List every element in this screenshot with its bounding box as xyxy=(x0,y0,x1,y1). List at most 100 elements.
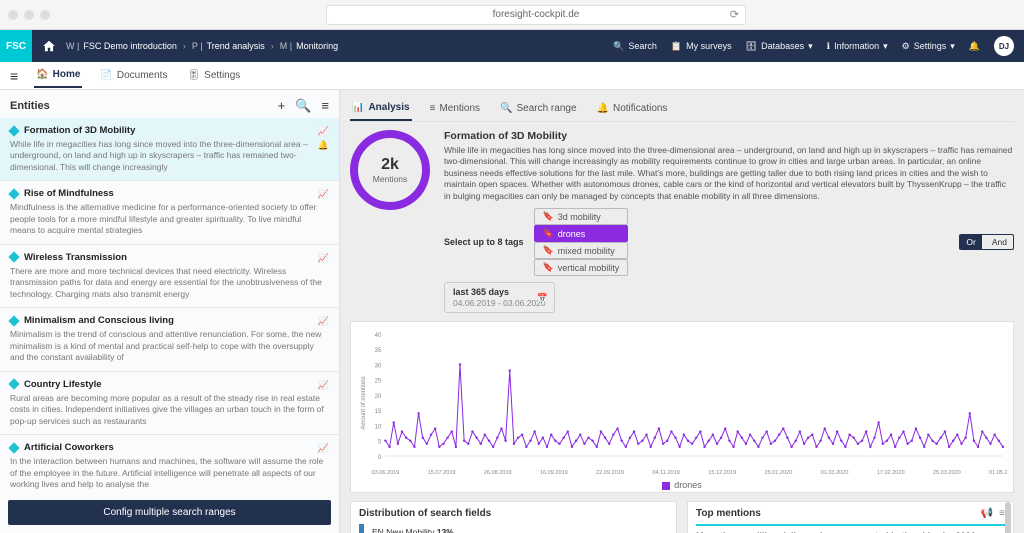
tag-icon: 🔖 xyxy=(543,211,554,222)
add-icon[interactable]: + xyxy=(278,98,286,114)
chevron-down-icon: ▾ xyxy=(808,41,813,52)
svg-text:35: 35 xyxy=(375,349,382,355)
chart-icon[interactable]: 📈 xyxy=(318,316,329,327)
tag-chip[interactable]: 🔖drones xyxy=(534,225,629,242)
mention-item[interactable]: More than a million delivery drones expe… xyxy=(696,524,1005,533)
list-icon: ≡ xyxy=(430,103,436,114)
tab-settings[interactable]: 🎚Settings xyxy=(185,64,242,87)
tab-notifications[interactable]: 🔔Notifications xyxy=(595,98,670,121)
main-panel: 📊Analysis ≡Mentions 🔍Search range 🔔Notif… xyxy=(340,90,1024,533)
svg-text:25.01.2020: 25.01.2020 xyxy=(764,470,792,476)
panel-title: Distribution of search fields xyxy=(359,508,491,519)
or-and-toggle[interactable]: OrAnd xyxy=(959,234,1014,250)
megaphone-icon[interactable]: 📢 xyxy=(981,508,993,519)
home-icon[interactable] xyxy=(32,39,66,53)
overview-title: Formation of 3D Mobility xyxy=(444,130,1014,142)
url-bar[interactable]: foresight-cockpit.de ⟳ xyxy=(326,5,746,25)
gear-icon: ⚙ xyxy=(902,41,910,52)
browser-chrome: foresight-cockpit.de ⟳ xyxy=(0,0,1024,30)
chart-icon[interactable]: 📈 xyxy=(318,253,329,264)
chart-icon[interactable]: 📈 xyxy=(318,380,329,391)
document-icon: 📄 xyxy=(100,70,112,81)
tab-documents[interactable]: 📄Documents xyxy=(98,64,169,87)
diamond-icon xyxy=(8,378,19,389)
entity-desc: Minimalism is the trend of conscious and… xyxy=(10,329,329,363)
config-search-ranges-button[interactable]: Config multiple search ranges xyxy=(8,500,331,525)
crumb-project[interactable]: P |Trend analysis xyxy=(192,41,265,51)
notifications-button[interactable]: 🔔 xyxy=(969,41,980,52)
svg-text:01.03.2020: 01.03.2020 xyxy=(821,470,849,476)
entity-item[interactable]: Minimalism and Conscious livingMinimalis… xyxy=(0,308,339,371)
svg-text:40: 40 xyxy=(375,333,382,339)
refresh-icon[interactable]: ⟳ xyxy=(730,8,739,21)
app-logo[interactable]: FSC xyxy=(0,30,32,62)
svg-text:10: 10 xyxy=(375,425,382,431)
clipboard-icon: 📋 xyxy=(671,41,682,52)
entity-item[interactable]: Wireless Transmission There are more and … xyxy=(0,245,339,308)
entity-item[interactable]: Country LifestyleRural areas are becomin… xyxy=(0,372,339,435)
traffic-light-icon xyxy=(8,10,18,20)
chevron-right-icon: › xyxy=(271,41,274,51)
diamond-icon xyxy=(8,315,19,326)
mentions-label: Mentions xyxy=(373,174,408,184)
chevron-right-icon: › xyxy=(183,41,186,51)
filter-icon[interactable]: ≡ xyxy=(321,98,329,114)
entity-desc: Mindfulness is the alternative medicine … xyxy=(10,202,329,236)
mentions-count: 2k xyxy=(381,156,399,174)
tab-search-range[interactable]: 🔍Search range xyxy=(498,98,579,121)
databases-menu[interactable]: 🗄Databases ▾ xyxy=(746,41,813,52)
crumb-module[interactable]: M |Monitoring xyxy=(280,41,338,51)
diamond-icon xyxy=(8,188,19,199)
home-icon: 🏠 xyxy=(36,69,48,80)
search-field-row: EN New Mobility 13% xyxy=(359,524,668,533)
diamond-icon xyxy=(8,252,19,263)
bell-icon[interactable]: 🔔 xyxy=(318,140,329,151)
chart-icon[interactable]: 📈 xyxy=(318,189,329,200)
tab-home[interactable]: 🏠Home xyxy=(34,63,82,88)
tag-label: Select up to 8 tags xyxy=(444,237,524,247)
svg-text:20: 20 xyxy=(375,394,382,400)
tag-chip[interactable]: 🔖mixed mobility xyxy=(534,242,629,259)
svg-text:15: 15 xyxy=(375,410,382,416)
entity-desc: There are more and more technical device… xyxy=(10,266,329,300)
date-range-picker[interactable]: last 365 days 04.06.2019 - 03.06.2020 📅 xyxy=(444,282,555,313)
entities-list[interactable]: Formation of 3D MobilityWhile life in me… xyxy=(0,118,339,492)
chevron-down-icon: ▾ xyxy=(950,41,955,52)
top-mentions-panel: Top mentions 📢≡ More than a million deli… xyxy=(687,501,1014,533)
entity-item[interactable]: Formation of 3D MobilityWhile life in me… xyxy=(0,118,339,181)
entities-sidebar: Entities + 🔍 ≡ Formation of 3D MobilityW… xyxy=(0,90,340,533)
chevron-down-icon: ▾ xyxy=(883,41,888,52)
svg-text:17.02.2020: 17.02.2020 xyxy=(877,470,905,476)
header-right: 🔍Search 📋My surveys 🗄Databases ▾ ℹInform… xyxy=(613,36,1014,56)
avatar[interactable]: DJ xyxy=(994,36,1014,56)
information-menu[interactable]: ℹInformation ▾ xyxy=(827,41,888,52)
scrollbar[interactable] xyxy=(1005,502,1011,533)
crumb-workspace[interactable]: W |FSC Demo introduction xyxy=(66,41,177,51)
chart-icon[interactable]: 📈 xyxy=(318,443,329,454)
tag-chip[interactable]: 🔖3d mobility xyxy=(534,208,629,225)
svg-text:5: 5 xyxy=(378,440,382,446)
svg-text:15.12.2019: 15.12.2019 xyxy=(708,470,736,476)
svg-text:15.07.2019: 15.07.2019 xyxy=(428,470,456,476)
tab-mentions[interactable]: ≡Mentions xyxy=(428,98,482,121)
tab-analysis[interactable]: 📊Analysis xyxy=(350,98,412,121)
entity-title: Wireless Transmission xyxy=(24,252,127,263)
entity-item[interactable]: Rise of Mindfulness Mindfulness is the al… xyxy=(0,181,339,244)
svg-text:01.05.2020: 01.05.2020 xyxy=(989,470,1007,476)
my-surveys-button[interactable]: 📋My surveys xyxy=(671,41,732,52)
tag-chip[interactable]: 🔖vertical mobility xyxy=(534,259,629,276)
panel-title: Top mentions xyxy=(696,508,761,519)
chart-icon[interactable]: 📈 xyxy=(318,126,329,137)
tag-icon: 🔖 xyxy=(543,245,554,256)
search-button[interactable]: 🔍Search xyxy=(613,41,657,52)
tag-icon: 🔖 xyxy=(543,228,554,239)
sliders-icon: 🎚 xyxy=(187,70,200,81)
search-fields-panel: Distribution of search fields EN New Mob… xyxy=(350,501,677,533)
settings-menu[interactable]: ⚙Settings ▾ xyxy=(902,41,955,52)
traffic-light-icon xyxy=(40,10,50,20)
menu-icon[interactable]: ≡ xyxy=(10,68,18,84)
entity-item[interactable]: Artificial CoworkersIn the interaction b… xyxy=(0,435,339,492)
search-icon[interactable]: 🔍 xyxy=(295,98,311,114)
entity-title: Rise of Mindfulness xyxy=(24,188,114,199)
tag-icon: 🔖 xyxy=(543,262,554,273)
